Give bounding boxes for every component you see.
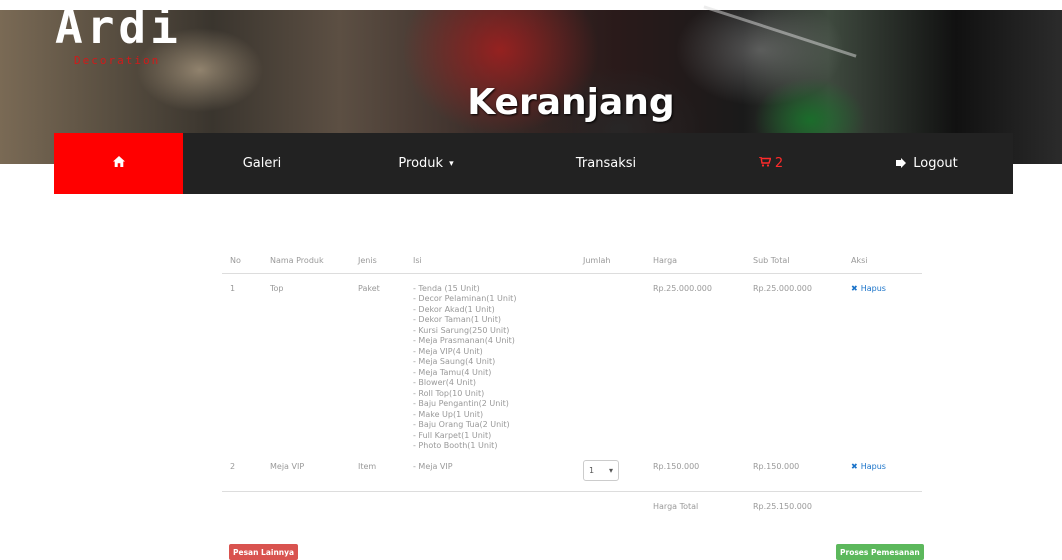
isi-item: - Make Up(1 Unit)	[413, 409, 484, 419]
isi-item: - Dekor Taman(1 Unit)	[413, 315, 501, 324]
nav-galeri[interactable]: Galeri	[183, 133, 341, 194]
home-icon	[112, 156, 125, 171]
sign-out-icon	[896, 157, 907, 171]
cart-count-badge: 2	[774, 156, 784, 171]
chevron-down-icon: ▾	[449, 158, 454, 169]
isi-item: - Kursi Sarung(250 Unit)	[413, 325, 510, 335]
nav-home[interactable]	[54, 133, 183, 194]
isi-item: - Meja Tamu(4 Unit)	[413, 367, 492, 377]
header-jenis: Jenis	[350, 248, 405, 274]
nav-galeri-label: Galeri	[242, 156, 282, 171]
isi-item: - Meja VIP(4 Unit)	[413, 346, 483, 356]
page: Ardi Decoration Keranjang Galeri Produk …	[0, 0, 1062, 560]
pesan-lainnya-button[interactable]: Pesan Lainnya	[229, 544, 299, 560]
hapus-label: Hapus	[860, 461, 886, 471]
cell-sub-total: Rp.25.000.000	[753, 283, 812, 293]
nav-produk-label: Produk	[398, 156, 444, 171]
total-label: Harga Total	[645, 491, 745, 520]
isi-item: - Meja Saung(4 Unit)	[413, 357, 496, 366]
cell-jumlah	[575, 273, 645, 452]
isi-item: - Baju Pengantin(2 Unit)	[413, 399, 509, 408]
chevron-down-icon: ▾	[608, 465, 613, 475]
total-row: Harga Total Rp.25.150.000	[222, 491, 922, 520]
total-value: Rp.25.150.000	[745, 491, 843, 520]
isi-item: - Blower(4 Unit)	[413, 378, 476, 387]
main-navbar: Galeri Produk ▾ Transaksi 2 Logout	[54, 133, 1013, 194]
cell-isi: - Meja VIP	[405, 452, 575, 492]
isi-item: - Baju Orang Tua(2 Unit)	[413, 420, 510, 429]
cell-isi: - Tenda (15 Unit) - Decor Pelaminan(1 Un…	[405, 273, 575, 452]
table-header-row: No Nama Produk Jenis Isi Jumlah Harga Su…	[222, 248, 922, 274]
hapus-label: Hapus	[860, 283, 886, 293]
isi-item: - Meja VIP	[413, 461, 453, 471]
remove-icon: ✖	[851, 283, 858, 293]
quantity-select[interactable]: 1 ▾	[583, 459, 619, 481]
cell-aksi: ✖ Hapus	[843, 273, 922, 452]
hapus-link[interactable]: ✖ Hapus	[851, 462, 886, 471]
nav-produk-dropdown[interactable]: Produk ▾	[341, 133, 511, 194]
nav-cart[interactable]: 2	[701, 133, 841, 194]
header-aksi: Aksi	[843, 248, 922, 274]
cell-no: 1	[230, 283, 236, 293]
cell-harga: Rp.25.000.000	[653, 283, 712, 293]
cart-table: No Nama Produk Jenis Isi Jumlah Harga Su…	[222, 248, 922, 520]
isi-item: - Full Karpet(1 Unit)	[413, 430, 492, 440]
proses-pemesanan-button[interactable]: Proses Pemesanan	[836, 544, 924, 560]
isi-item: - Roll Top(10 Unit)	[413, 388, 485, 398]
isi-item: - Decor Pelaminan(1 Unit)	[413, 294, 517, 303]
cell-sub-total: Rp.150.000	[753, 461, 800, 471]
cell-nama-produk: Top	[270, 283, 284, 293]
table-row: 2 Meja VIP Item - Meja VIP 1 ▾ Rp.150.00…	[222, 452, 922, 492]
header-no: No	[222, 248, 262, 274]
cell-harga: Rp.150.000	[653, 461, 700, 471]
header-nama-produk: Nama Produk	[262, 248, 350, 274]
quantity-value: 1	[589, 465, 595, 475]
page-title: Keranjang	[467, 82, 675, 123]
header-sub-total: Sub Total	[745, 248, 843, 274]
cell-nama-produk: Meja VIP	[270, 461, 305, 471]
cart-icon	[758, 156, 772, 171]
isi-item: - Photo Booth(1 Unit)	[413, 441, 498, 450]
cell-jumlah: 1 ▾	[575, 452, 645, 492]
nav-transaksi[interactable]: Transaksi	[511, 133, 701, 194]
table-row: 1 Top Paket - Tenda (15 Unit) - Decor Pe…	[222, 273, 922, 452]
cell-aksi: ✖ Hapus	[843, 452, 922, 492]
brand-logo[interactable]: Ardi	[55, 0, 182, 54]
nav-transaksi-label: Transaksi	[575, 156, 637, 171]
hapus-link[interactable]: ✖ Hapus	[851, 284, 886, 293]
cell-no: 2	[230, 461, 236, 471]
isi-item: - Meja Prasmanan(4 Unit)	[413, 336, 515, 345]
header-harga: Harga	[645, 248, 745, 274]
header-jumlah: Jumlah	[575, 248, 645, 274]
nav-logout[interactable]: Logout	[841, 133, 1013, 194]
header-isi: Isi	[405, 248, 575, 274]
isi-item: - Dekor Akad(1 Unit)	[413, 304, 495, 314]
nav-logout-label: Logout	[913, 156, 958, 171]
brand-logo-subtitle: Decoration	[74, 54, 161, 67]
cell-jenis: Paket	[358, 283, 380, 293]
cell-jenis: Item	[358, 461, 377, 471]
remove-icon: ✖	[851, 461, 858, 471]
isi-item: - Tenda (15 Unit)	[413, 283, 480, 293]
